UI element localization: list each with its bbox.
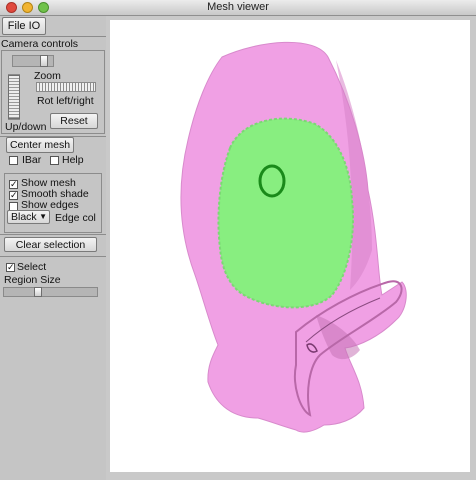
edge-col-label: Edge col	[55, 212, 96, 224]
mesh-render[interactable]	[110, 20, 470, 472]
zoom-slider[interactable]	[12, 55, 54, 67]
title-bar: Mesh viewer	[0, 0, 476, 16]
updown-slider-handle[interactable]	[8, 75, 20, 119]
region-size-label: Region Size	[4, 274, 61, 286]
help-checkbox[interactable]	[50, 156, 59, 165]
help-label: Help	[62, 154, 84, 166]
zoom-label: Zoom	[34, 70, 61, 82]
window-title: Mesh viewer	[207, 1, 269, 13]
mesh-viewport[interactable]	[110, 20, 470, 472]
camera-controls-label: Camera controls	[1, 38, 79, 50]
select-checkbox[interactable]: ✓	[6, 263, 15, 272]
ibar-checkbox[interactable]	[9, 156, 18, 165]
center-mesh-button[interactable]: Center mesh	[6, 137, 74, 153]
select-label: Select	[17, 261, 47, 273]
region-size-slider-handle[interactable]	[34, 287, 42, 297]
edge-color-select[interactable]: Black ▼	[7, 210, 50, 224]
clear-selection-button[interactable]: Clear selection	[4, 237, 97, 252]
rot-label: Rot left/right	[37, 95, 94, 107]
rot-thumbwheel[interactable]	[36, 82, 96, 92]
edge-color-value: Black	[11, 211, 37, 223]
updown-slider[interactable]	[8, 74, 20, 120]
divider	[0, 256, 106, 257]
selected-region	[217, 117, 355, 309]
zoom-slider-handle[interactable]	[40, 55, 48, 67]
divider	[0, 36, 106, 37]
control-panel: File IO Camera controls Zoom Rot left/ri…	[0, 16, 106, 480]
divider	[0, 234, 106, 235]
updown-label: Up/down	[5, 121, 47, 133]
ibar-label: IBar	[22, 154, 42, 166]
region-size-slider[interactable]	[3, 287, 98, 297]
reset-button[interactable]: Reset	[50, 113, 98, 129]
show-mesh-checkbox[interactable]: ✓	[9, 180, 18, 189]
smooth-shade-checkbox[interactable]: ✓	[9, 191, 18, 200]
chevron-down-icon: ▼	[39, 212, 47, 221]
tab-file-io[interactable]: File IO	[2, 17, 46, 35]
